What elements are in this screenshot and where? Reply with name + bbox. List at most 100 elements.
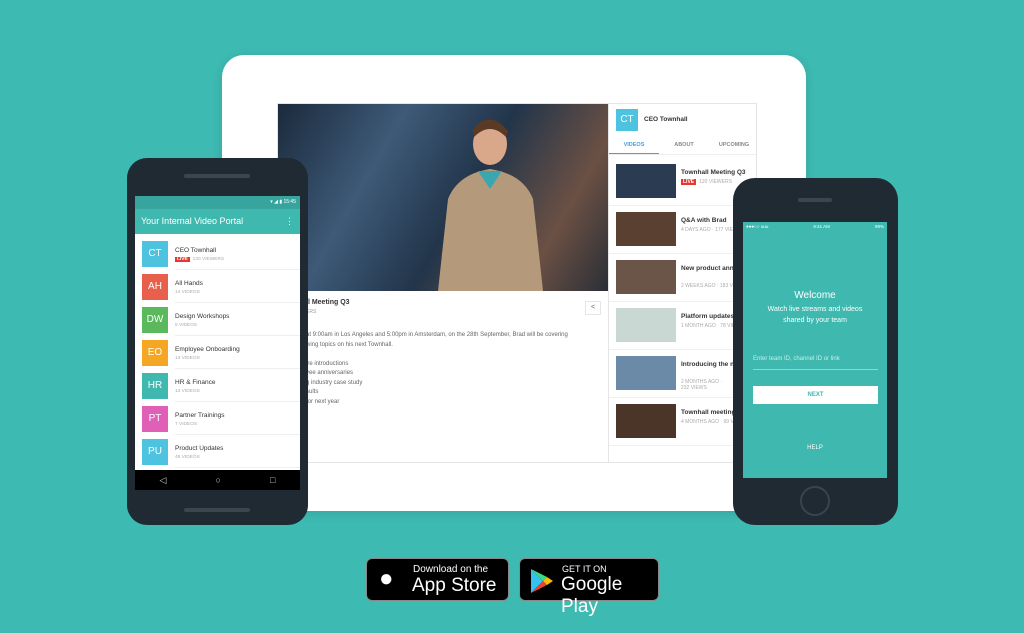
earpiece	[798, 198, 832, 202]
more-menu-icon[interactable]: ⋮	[285, 209, 294, 234]
count-text: 5 VIDEOS	[175, 323, 198, 328]
video-thumbnail	[616, 404, 676, 438]
count-text: 7 VIDEOS	[175, 422, 198, 427]
help-link[interactable]: HELP	[743, 445, 887, 451]
desc-line: wing topics on his next Townhall.	[306, 341, 393, 348]
divider	[175, 467, 300, 468]
google-play-icon	[531, 569, 553, 593]
desc-line: yee anniversaries	[306, 370, 354, 376]
home-icon[interactable]: ○	[216, 470, 221, 490]
channel-list-item[interactable]: EO Employee Onboarding 13 VIDEOS	[135, 336, 300, 369]
channel-count: 14 VIDEOS	[175, 290, 200, 295]
desc-line: ire introductions	[306, 360, 349, 367]
channel-avatar: EO	[142, 340, 168, 366]
speaker-image	[438, 119, 543, 291]
video-thumbnail	[616, 164, 676, 198]
video-description: at 9:00am in Los Angeles and 5:00pm in A…	[306, 331, 606, 407]
welcome-heading: Welcome	[794, 290, 836, 301]
status-bar: ●●●○○ uuu 9:41 AM 99%	[743, 224, 887, 229]
battery: 99%	[874, 224, 884, 229]
video-thumbnail	[616, 356, 676, 390]
team-id-input[interactable]: Enter team ID, channel ID or link	[753, 356, 878, 370]
channel-count: 7 VIDEOS	[175, 422, 197, 427]
welcome-subtitle-2: shared by your team	[783, 317, 847, 324]
channel-avatar: CT	[142, 241, 168, 267]
google-play-badge[interactable]: GET IT ON Google Play	[519, 558, 659, 617]
desc-line: for next year	[306, 398, 340, 405]
back-icon[interactable]: ◁	[160, 470, 167, 490]
android-phone: ▾ ◢ ▮ 15:45 Your Internal Video Portal ⋮…	[127, 158, 308, 525]
speaker-grille	[184, 508, 250, 512]
recents-icon[interactable]: □	[270, 470, 275, 490]
channel-count: 13 VIDEOS	[175, 389, 200, 394]
app-title: Your Internal Video Portal	[135, 209, 300, 234]
meta-text: 232 VIEWS	[681, 385, 707, 391]
tab-videos[interactable]: VIDEOS	[609, 137, 659, 154]
badge-text: Download on the	[413, 564, 489, 575]
iphone-screen: ●●●○○ uuu 9:41 AM 99% Welcome Watch live s…	[743, 222, 887, 478]
android-nav-bar: ◁ ○ □	[135, 470, 300, 490]
video-item-meta: 2 MONTHS AGO · 232 VIEWS	[681, 379, 722, 391]
channel-avatar: PT	[142, 406, 168, 432]
channel-list-item[interactable]: AH All Hands 14 VIDEOS	[135, 270, 300, 303]
carrier: ●●●○○ uuu	[746, 224, 769, 229]
channel-avatar: CT	[616, 109, 638, 131]
channel-avatar: AH	[142, 274, 168, 300]
video-thumbnail	[616, 260, 676, 294]
status-time: 15:45	[283, 199, 296, 205]
channel-count: LIVE 120 VIEWERS	[175, 257, 224, 262]
channel-count: 13 VIDEOS	[175, 356, 200, 361]
channel-name: CEO Townhall	[175, 247, 217, 254]
channel-avatar: PU	[142, 439, 168, 465]
channel-list-item[interactable]: PT Partner Trainings 7 VIDEOS	[135, 402, 300, 435]
channel-list-item[interactable]: CT CEO Townhall LIVE 120 VIEWERS	[135, 237, 300, 270]
android-screen: ▾ ◢ ▮ 15:45 Your Internal Video Portal ⋮…	[135, 196, 300, 490]
video-item-title: Townhall Meeting Q3	[681, 169, 746, 176]
iphone-device: ●●●○○ uuu 9:41 AM 99% Welcome Watch live s…	[733, 178, 898, 525]
tab-about[interactable]: ABOUT	[659, 137, 709, 154]
share-button[interactable]: <	[585, 301, 601, 315]
next-button[interactable]: NEXT	[753, 386, 878, 404]
video-item-meta: LIVE 120 VIEWERS	[681, 179, 732, 185]
video-title: ll Meeting Q3	[306, 299, 350, 306]
tab-upcoming[interactable]: UPCOMING	[709, 137, 756, 154]
channel-tabs: VIDEOS ABOUT UPCOMING	[609, 137, 756, 155]
video-player[interactable]	[278, 104, 608, 291]
meta-text: 4 DAYS AGO · 177 VIEWS	[681, 227, 741, 233]
app-store-badge[interactable]: ● Download on the App Store	[366, 558, 509, 601]
channel-list-item[interactable]: PU Product Updates 48 VIDEOS	[135, 435, 300, 468]
count-text: 13 VIDEOS	[175, 356, 200, 361]
live-badge: LIVE	[175, 257, 190, 262]
channel-list-item[interactable]: DW Design Workshops 5 VIDEOS	[135, 303, 300, 336]
channel-name: Employee Onboarding	[175, 346, 240, 353]
badge-text: GET IT ON	[562, 564, 607, 574]
count-text: 14 VIDEOS	[175, 290, 200, 295]
channel-name: HR & Finance	[175, 379, 216, 386]
channel-list-item[interactable]: HR HR & Finance 13 VIDEOS	[135, 369, 300, 402]
badge-text: App Store	[412, 575, 497, 596]
video-thumbnail	[616, 308, 676, 342]
tablet-screen: ll Meeting Q3 ERS < at 9:00am in Los Ang…	[277, 103, 757, 463]
status-bar: ▾ ◢ ▮ 15:45	[135, 196, 300, 209]
live-badge: LIVE	[681, 179, 697, 185]
channel-name: Design Workshops	[175, 313, 230, 320]
desc-line: at 9:00am in Los Angeles and 5:00pm in A…	[306, 332, 568, 338]
channel-avatar: DW	[142, 307, 168, 333]
status-time: 9:41 AM	[813, 224, 830, 229]
count-text: 13 VIDEOS	[175, 389, 200, 394]
desc-line: sults	[306, 389, 319, 395]
channel-name: CEO Townhall	[644, 116, 688, 123]
apple-icon: ●	[379, 565, 394, 592]
badge-text: Google Play	[561, 574, 623, 617]
channel-count: 5 VIDEOS	[175, 323, 197, 328]
channel-avatar: HR	[142, 373, 168, 399]
meta-text: 120 VIEWERS	[699, 179, 732, 185]
count-text: 48 VIDEOS	[175, 455, 200, 460]
channel-name: Product Updates	[175, 445, 224, 452]
home-button[interactable]	[800, 486, 830, 516]
desc-line: g industry case study	[306, 379, 363, 386]
video-item-meta: 4 DAYS AGO · 177 VIEWS	[681, 227, 741, 233]
channel-name: All Hands	[175, 280, 203, 287]
channel-count: 48 VIDEOS	[175, 455, 200, 460]
welcome-subtitle-1: Watch live streams and videos	[767, 306, 863, 313]
